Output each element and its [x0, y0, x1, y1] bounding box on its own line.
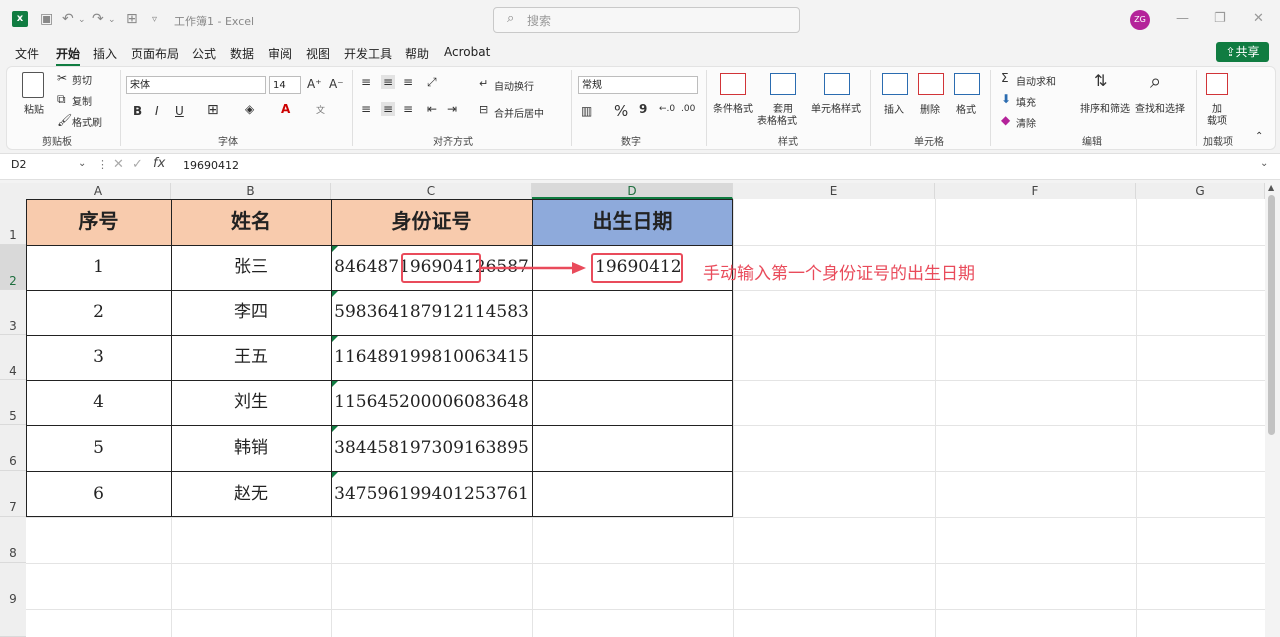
- annotation-arrow-head: [572, 262, 586, 274]
- id-highlight-box: [401, 253, 481, 283]
- annotation-text: 手动输入第一个身份证号的出生日期: [703, 264, 975, 284]
- annotation-overlay: [401, 253, 683, 283]
- birthdate-highlight-box: [591, 253, 683, 283]
- scrollbar-thumb[interactable]: [1268, 195, 1275, 435]
- scroll-up-icon[interactable]: ▲: [1268, 183, 1274, 192]
